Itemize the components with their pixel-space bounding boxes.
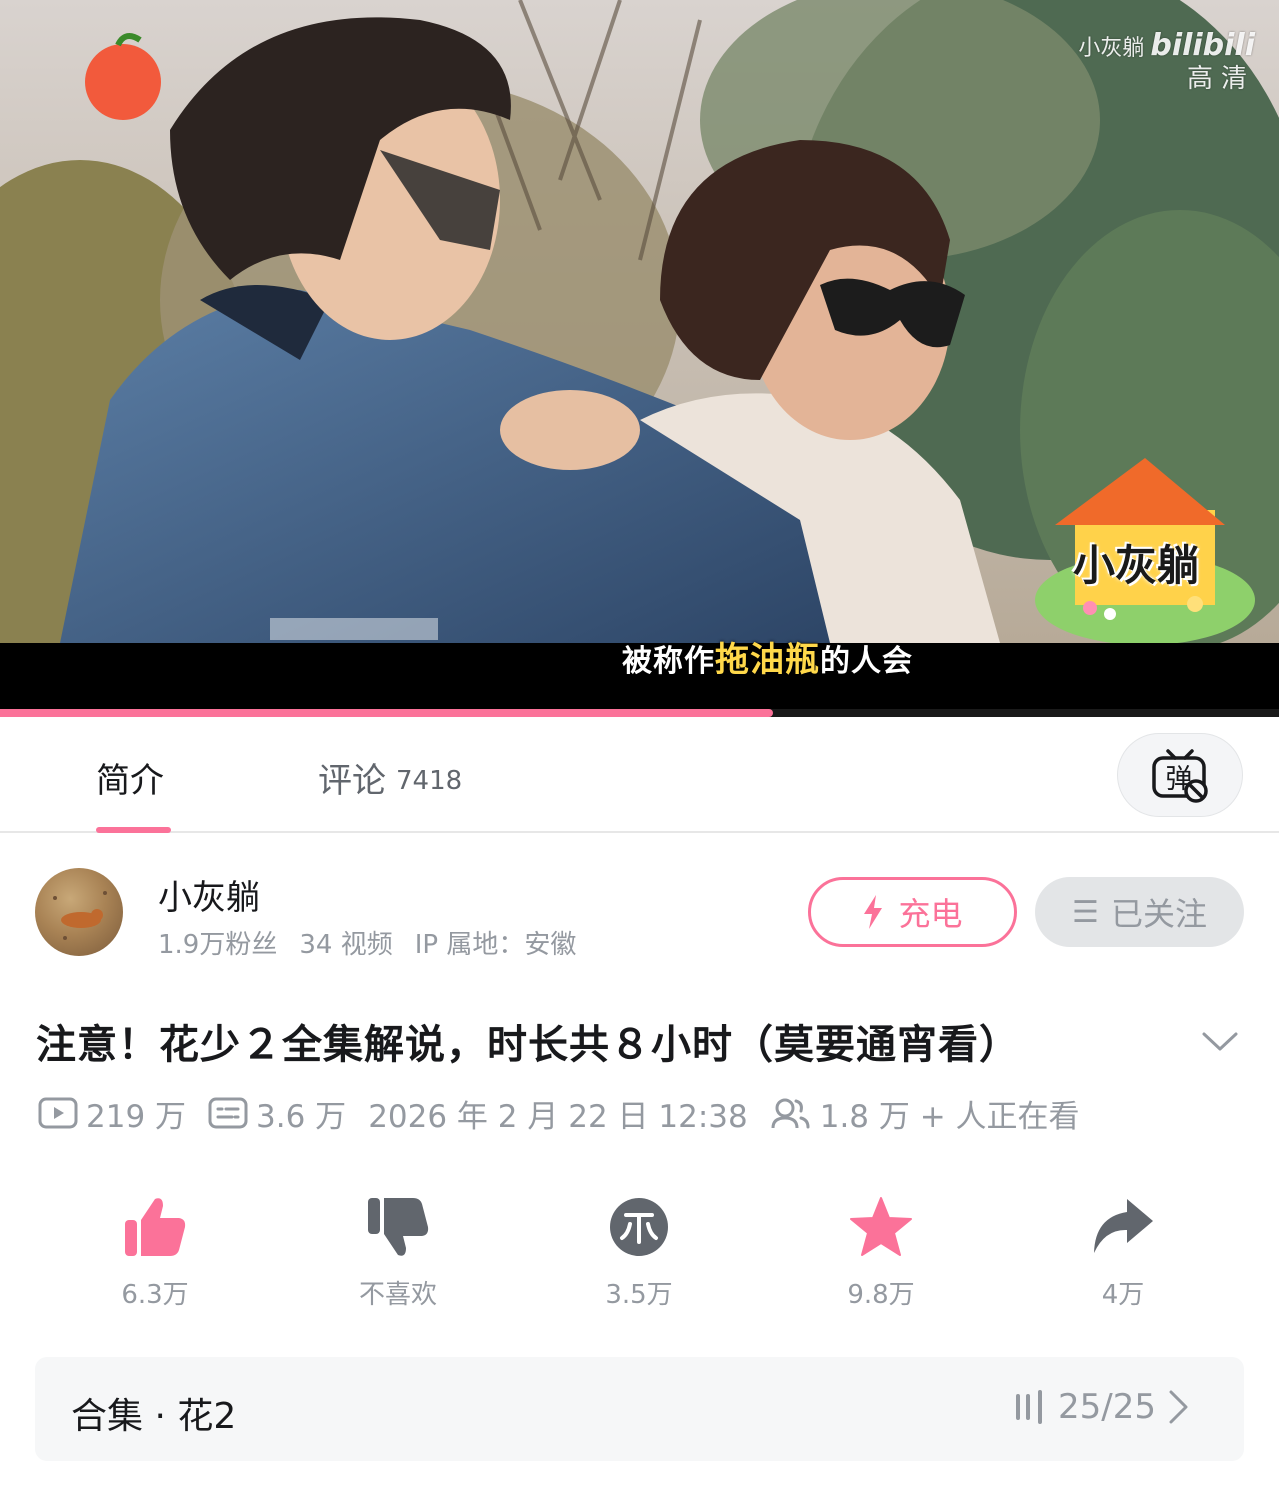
video-count: 34 视频 xyxy=(299,930,393,960)
danmaku-stat: 3.6 万 xyxy=(208,1091,346,1136)
uploader-meta: 1.9万粉丝 34 视频 IP 属地：安徽 xyxy=(158,924,598,961)
chevron-right-icon xyxy=(1169,1390,1188,1424)
tab-intro[interactable]: 简介 xyxy=(96,753,164,802)
coin-icon xyxy=(610,1198,668,1256)
favorite-button[interactable]: 9.8万 xyxy=(821,1192,941,1311)
video-player[interactable]: 小灰躺 bilibili 高清 小灰躺 被称作拖油瓶的人会 xyxy=(0,0,1279,717)
share-arrow-icon xyxy=(1094,1199,1153,1253)
episode-list-icon xyxy=(1016,1390,1043,1424)
avatar[interactable] xyxy=(35,868,123,956)
danmaku-toggle-button[interactable]: 弹 xyxy=(1117,733,1243,817)
collection-label: 合集 · 花2 xyxy=(71,1396,237,1437)
dislike-button[interactable]: 不喜欢 xyxy=(338,1192,458,1311)
thumbs-up-icon xyxy=(125,1198,186,1256)
like-button[interactable]: 6.3万 xyxy=(95,1192,215,1311)
danmaku-off-icon: 弹 xyxy=(1152,749,1208,803)
play-count-icon xyxy=(38,1097,78,1129)
avatar-image xyxy=(53,891,107,940)
fans-count: 1.9万粉丝 xyxy=(158,930,278,960)
watching-stat: 1.8 万 + 人正在看 xyxy=(770,1091,1080,1136)
danmaku-count-icon xyxy=(208,1097,248,1129)
collection-progress: 25/25 xyxy=(1004,1387,1200,1427)
channel-sticker: 小灰躺 xyxy=(1073,541,1200,590)
charge-button[interactable]: 充电 xyxy=(808,877,1017,947)
video-title: 注意！花少２全集解说，时长共８小时（莫要通宵看） xyxy=(36,1022,1020,1068)
star-icon xyxy=(850,1197,912,1256)
chevron-down-icon[interactable] xyxy=(1200,1022,1240,1062)
tab-comments[interactable]: 评论 7418 xyxy=(318,753,462,802)
active-tab-indicator xyxy=(96,827,171,833)
video-subtitle: 被称作拖油瓶的人会 xyxy=(622,640,913,680)
uploader-name[interactable]: 小灰躺 xyxy=(158,870,260,919)
bilibili-watermark: 小灰躺 bilibili 高清 xyxy=(1078,28,1255,94)
collection-bar[interactable]: 合集 · 花2 25/25 xyxy=(35,1357,1244,1461)
view-stat: 219 万 xyxy=(38,1091,186,1136)
share-button[interactable]: 4万 xyxy=(1063,1192,1183,1311)
publish-date: 2026 年 2 月 22 日 12:38 xyxy=(368,1098,748,1135)
video-progress-fill xyxy=(0,709,773,717)
lightning-icon xyxy=(864,895,883,929)
comments-count: 7418 xyxy=(396,766,463,796)
thumbs-down-icon xyxy=(368,1198,429,1256)
coin-button[interactable]: 3.5万 xyxy=(579,1192,699,1311)
people-icon xyxy=(771,1098,810,1129)
menu-icon: ☰ xyxy=(1072,894,1099,930)
followed-button[interactable]: ☰ 已关注 xyxy=(1035,877,1244,947)
video-stats: 219 万 3.6 万 2026 年 2 月 22 日 12:38 1.8 万 … xyxy=(38,1090,1102,1136)
ip-location: IP 属地：安徽 xyxy=(414,930,577,960)
tab-bar: 简介 评论 7418 弹 xyxy=(0,717,1279,833)
